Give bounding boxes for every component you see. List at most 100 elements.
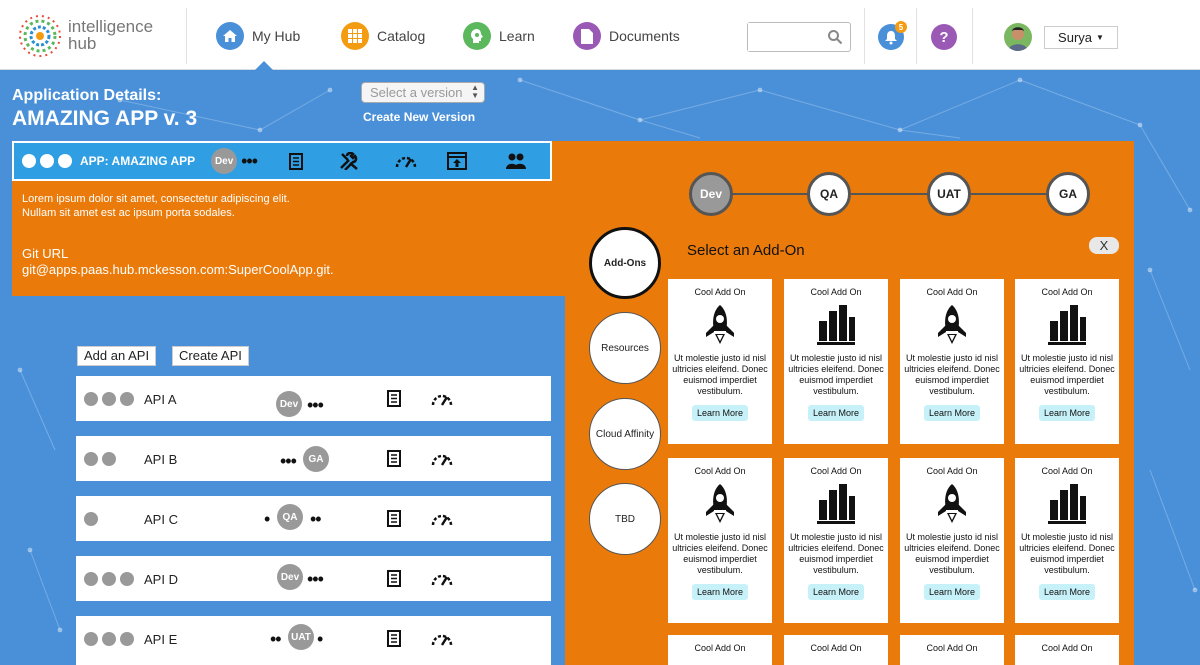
tab-tbd[interactable]: TBD [589,483,661,555]
addon-card-title: Cool Add On [694,643,746,653]
addon-card-title: Cool Add On [810,643,862,653]
select-arrows-icon: ▲ ▼ [471,83,479,100]
status-dot [102,452,116,466]
bar-chart-icon [1048,484,1086,524]
more-icon[interactable]: •• [270,630,282,648]
create-new-version-link[interactable]: Create New Version [363,110,475,124]
gauge-icon[interactable] [431,572,453,586]
gauge-icon[interactable] [431,632,453,646]
tools-icon[interactable] [339,152,359,170]
tab-add-ons[interactable]: Add-Ons [589,227,661,299]
tab-cloud-affinity[interactable]: Cloud Affinity [589,398,661,470]
addon-card-title: Cool Add On [926,643,978,653]
user-menu-button[interactable]: Surya ▼ [1044,26,1118,49]
api-stage-badge: Dev [277,564,303,590]
avatar[interactable] [1004,23,1032,51]
document-icon[interactable] [289,152,304,170]
api-name: API C [144,512,178,527]
tab-resources[interactable]: Resources [589,312,661,384]
more-icon[interactable]: • [317,630,323,648]
table-row[interactable]: API E •• UAT • [76,616,551,665]
help-icon[interactable]: ? [931,24,957,50]
pipeline-stage-uat[interactable]: UAT [927,172,971,216]
intelligence-hub-logo[interactable] [18,14,62,58]
deploy-icon[interactable] [447,152,468,170]
pipeline-stage-ga[interactable]: GA [1046,172,1090,216]
nav-my-hub[interactable]: My Hub [216,22,300,50]
addon-card[interactable]: Cool Add On [900,635,1004,665]
status-dot [102,392,116,406]
users-icon[interactable] [505,153,527,169]
pipeline-stage-dev[interactable]: Dev [689,172,733,216]
caret-down-icon: ▼ [1096,33,1104,42]
status-dot [84,452,98,466]
document-icon[interactable] [387,450,401,467]
document-icon[interactable] [387,510,401,527]
learn-more-button[interactable]: Learn More [923,584,981,600]
status-dot [40,154,54,168]
search-icon[interactable] [827,29,843,45]
table-row[interactable]: API B ••• GA [76,436,551,481]
addon-card[interactable]: Cool Add On Ut molestie justo id nisl ul… [1015,458,1119,623]
learn-more-button[interactable]: Learn More [1038,405,1096,421]
search-input[interactable] [748,23,826,51]
nav-learn[interactable]: Learn [463,22,535,50]
addon-card[interactable]: Cool Add On [1015,635,1119,665]
addon-card-description: Ut molestie justo id nisl ultricies elei… [904,532,1000,575]
gauge-icon[interactable] [431,512,453,526]
learn-more-button[interactable]: Learn More [807,584,865,600]
addon-card[interactable]: Cool Add On Ut molestie justo id nisl ul… [784,279,888,444]
table-row[interactable]: API D Dev ••• [76,556,551,601]
nav-catalog[interactable]: Catalog [341,22,425,50]
more-icon[interactable]: •• [310,510,322,528]
header-divider [186,8,187,64]
learn-more-button[interactable]: Learn More [691,584,749,600]
more-icon[interactable]: ••• [241,152,258,170]
version-select-value: Select a version [370,85,463,100]
header-divider [972,8,973,64]
brand-line-1: intelligence [68,17,154,36]
grid-icon [341,22,369,50]
bar-chart-icon [817,305,855,345]
addon-card-description: Ut molestie justo id nisl ultricies elei… [672,532,768,575]
more-icon[interactable]: ••• [280,452,297,470]
status-dot [120,632,134,646]
document-icon[interactable] [387,390,401,407]
addon-card[interactable]: Cool Add On Ut molestie justo id nisl ul… [900,458,1004,623]
nav-documents[interactable]: Documents [573,22,680,50]
gauge-icon[interactable] [395,154,417,168]
addon-card[interactable]: Cool Add On Ut molestie justo id nisl ul… [900,279,1004,444]
add-api-button[interactable]: Add an API [77,346,157,366]
header-divider [864,8,865,64]
more-icon[interactable]: ••• [307,570,324,588]
version-select[interactable]: Select a version ▲ ▼ [361,82,485,103]
close-button[interactable]: X [1089,237,1119,254]
learn-more-button[interactable]: Learn More [807,405,865,421]
learn-more-button[interactable]: Learn More [923,405,981,421]
document-icon[interactable] [387,570,401,587]
addon-card-title: Cool Add On [810,287,862,297]
addon-card[interactable]: Cool Add On Ut molestie justo id nisl ul… [668,458,772,623]
gauge-icon[interactable] [431,392,453,406]
addon-card[interactable]: Cool Add On Ut molestie justo id nisl ul… [668,279,772,444]
addon-card[interactable]: Cool Add On [784,635,888,665]
create-api-button[interactable]: Create API [172,346,249,366]
learn-more-button[interactable]: Learn More [691,405,749,421]
api-stage-badge: UAT [288,624,314,650]
table-row[interactable]: API A Dev ••• [76,376,551,421]
addon-card[interactable]: Cool Add On Ut molestie justo id nisl ul… [784,458,888,623]
pipeline-stage-qa[interactable]: QA [807,172,851,216]
addon-card[interactable]: Cool Add On Ut molestie justo id nisl ul… [1015,279,1119,444]
addon-card[interactable]: Cool Add On [668,635,772,665]
git-url-value: git@apps.paas.hub.mckesson.com:SuperCool… [22,262,334,277]
table-row[interactable]: API C • QA •• [76,496,551,541]
more-icon[interactable]: ••• [307,396,324,414]
app-bar[interactable]: APP: AMAZING APP Dev ••• [12,141,552,181]
learn-more-button[interactable]: Learn More [1038,584,1096,600]
more-icon[interactable]: • [264,510,270,528]
document-icon[interactable] [387,630,401,647]
gauge-icon[interactable] [431,452,453,466]
status-dot [120,572,134,586]
addon-card-title: Cool Add On [926,287,978,297]
addon-card-title: Cool Add On [1041,287,1093,297]
